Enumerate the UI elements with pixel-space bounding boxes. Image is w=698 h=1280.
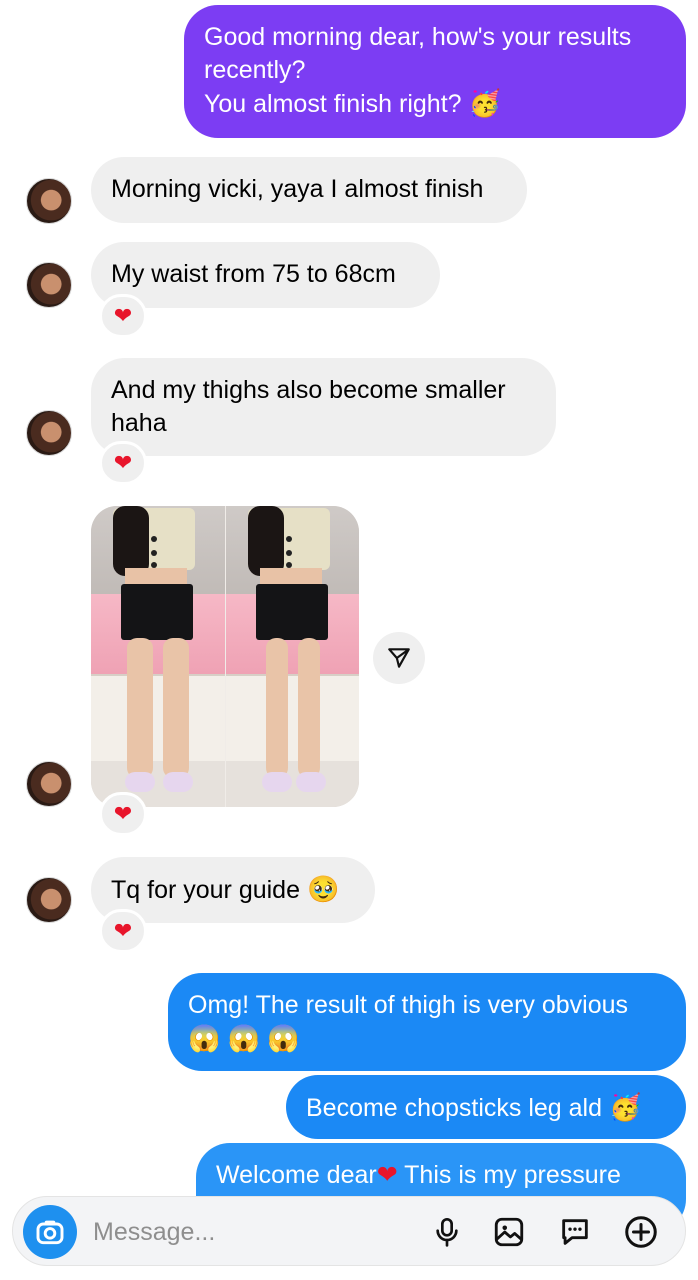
- avatar[interactable]: [26, 262, 72, 308]
- avatar[interactable]: [26, 761, 72, 807]
- message-text-line: recently?: [204, 56, 306, 84]
- share-button[interactable]: [373, 632, 425, 684]
- photo-message[interactable]: [91, 506, 359, 807]
- screaming-face-emoji: 😱 😱 😱: [188, 1023, 300, 1053]
- message-text: Morning vicki, yaya I almost finish: [111, 175, 484, 203]
- message-text-line: You almost finish right? 🥳: [204, 88, 501, 118]
- sticker-icon: [562, 1219, 588, 1245]
- partying-face-emoji: 🥳: [608, 1092, 642, 1122]
- message-outgoing[interactable]: Omg! The result of thigh is very obvious…: [168, 973, 686, 1071]
- message-composer: [12, 1196, 686, 1266]
- share-icon: [388, 648, 410, 668]
- avatar[interactable]: [26, 877, 72, 923]
- add-button[interactable]: [621, 1212, 661, 1252]
- pleading-face-emoji: 🥹: [306, 874, 340, 904]
- message-text: Welcome dear: [216, 1161, 377, 1189]
- microphone-icon: [436, 1218, 458, 1247]
- microphone-button[interactable]: [427, 1212, 467, 1252]
- sticker-button[interactable]: [555, 1212, 595, 1252]
- message-text: This is my pressure: [397, 1161, 621, 1189]
- message-incoming[interactable]: Morning vicki, yaya I almost finish: [91, 157, 527, 223]
- add-icon: [625, 1216, 657, 1248]
- message-outgoing[interactable]: Good morning dear, how's your results re…: [184, 5, 686, 138]
- heart-emoji: ❤: [376, 1161, 398, 1189]
- message-text-line: Good morning dear, how's your results: [204, 23, 632, 51]
- message-text: My waist from 75 to 68cm: [111, 260, 396, 288]
- message-outgoing[interactable]: Become chopsticks leg ald 🥳: [286, 1075, 686, 1139]
- camera-icon: [36, 1220, 64, 1245]
- heart-icon: ❤: [113, 450, 133, 475]
- heart-icon: ❤: [113, 303, 133, 328]
- heart-icon: ❤: [113, 801, 133, 826]
- heart-reaction[interactable]: ❤: [99, 792, 147, 836]
- gallery-icon: [494, 1217, 524, 1247]
- message-input[interactable]: [93, 1211, 413, 1253]
- gallery-button[interactable]: [489, 1212, 529, 1252]
- camera-button[interactable]: [23, 1205, 77, 1259]
- message-incoming[interactable]: My waist from 75 to 68cm: [91, 242, 440, 308]
- photo-before: [91, 506, 225, 807]
- avatar[interactable]: [26, 178, 72, 224]
- heart-reaction[interactable]: ❤: [99, 441, 147, 485]
- message-text: Tq for your guide: [111, 876, 300, 904]
- message-incoming[interactable]: And my thighs also become smaller haha: [91, 358, 556, 456]
- partying-face-emoji: 🥳: [468, 88, 501, 118]
- message-text-line: haha: [111, 409, 167, 437]
- avatar[interactable]: [26, 410, 72, 456]
- heart-reaction[interactable]: ❤: [99, 294, 147, 338]
- heart-reaction[interactable]: ❤: [99, 909, 147, 953]
- heart-icon: ❤: [113, 918, 133, 943]
- photo-after: [225, 506, 359, 807]
- message-text-line: Omg! The result of thigh is very obvious: [188, 991, 629, 1019]
- message-text: Become chopsticks leg ald: [306, 1094, 602, 1122]
- message-text-line: And my thighs also become smaller: [111, 376, 506, 404]
